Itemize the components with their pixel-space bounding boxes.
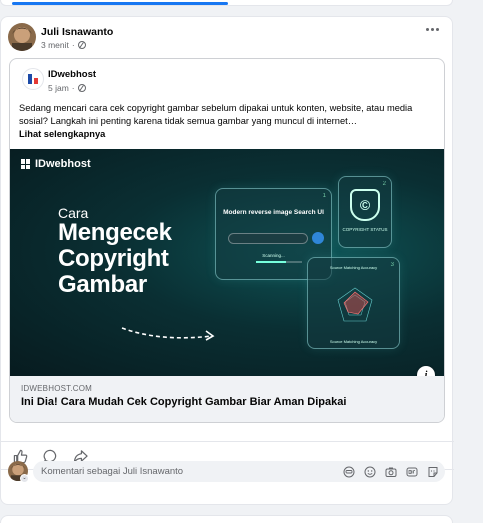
chevron-down-icon[interactable]: ⌄ [20, 474, 29, 483]
comment-composer [33, 461, 445, 482]
panel-search-field [228, 233, 308, 244]
panel-title: Modern reverse image Search UI [223, 209, 324, 216]
info-icon[interactable]: i [417, 366, 435, 376]
banner-title: Mengecek Copyright Gambar [58, 220, 172, 298]
shared-post-text: Sedang mencari cara cek copyright gambar… [19, 103, 413, 126]
link-domain: IDWEBHOST.COM [21, 384, 93, 393]
panel-footer: Source Matching Accuracy [329, 339, 378, 344]
gif-icon[interactable] [405, 465, 418, 478]
emoji-icon[interactable] [363, 465, 376, 478]
shared-author-name[interactable]: IDwebhost [48, 69, 96, 80]
avatar-sticker-icon[interactable] [342, 465, 355, 478]
panel-number: 2 [382, 181, 386, 187]
banner-title-line: Gambar [58, 271, 147, 298]
globe-icon [77, 84, 86, 92]
copyright-status-panel: 2 © COPYRIGHT STATUS [338, 176, 392, 248]
banner-brand-name: IDwebhost [35, 158, 91, 170]
panel-search-button [312, 232, 324, 244]
camera-icon[interactable] [384, 465, 397, 478]
post-time[interactable]: 3 menit [41, 40, 69, 50]
banner-title-line: Copyright [58, 245, 169, 272]
dashed-arrow-icon [121, 327, 215, 341]
meta-separator: · [71, 40, 75, 50]
next-post-card [0, 515, 453, 523]
shared-post-time[interactable]: 5 jam [48, 83, 69, 93]
panel-progress [256, 261, 302, 263]
feed-post: Juli Isnawanto 3 menit · IDwebhost 5 jam… [0, 16, 454, 505]
globe-icon [77, 41, 86, 49]
panel-title: Source Matching Accuracy [329, 265, 378, 270]
shared-post-meta: 5 jam · [48, 83, 86, 93]
idwebhost-logo[interactable] [22, 68, 44, 90]
previous-post-card [0, 0, 453, 6]
accuracy-panel: 3 Source Matching Accuracy Source Matchi… [307, 257, 400, 349]
comment-input[interactable] [33, 461, 323, 482]
copyright-symbol: © [359, 197, 371, 213]
author-avatar[interactable] [8, 23, 36, 51]
radar-chart-icon [337, 287, 373, 322]
composer-icons [342, 465, 439, 478]
link-preview-info[interactable]: IDWEBHOST.COM Ini Dia! Cara Mudah Cek Co… [10, 376, 444, 422]
post-meta: 3 menit · [41, 40, 86, 50]
link-title[interactable]: Ini Dia! Cara Mudah Cek Copyright Gambar… [21, 396, 346, 408]
brand-logo-icon [21, 159, 31, 169]
copyright-shield-icon: © [350, 189, 380, 221]
more-dots-icon[interactable] [426, 28, 439, 31]
divider [1, 441, 454, 442]
panel-label: COPYRIGHT STATUS [342, 227, 388, 232]
shared-post: IDwebhost 5 jam · Sedang mencari cara ce… [9, 58, 445, 423]
banner-title-line: Mengecek [58, 219, 172, 246]
panel-number: 1 [322, 193, 326, 199]
shared-meta-separator: · [71, 83, 75, 93]
active-tab-indicator [12, 2, 228, 5]
post-author-name[interactable]: Juli Isnawanto [41, 26, 113, 38]
see-more-link[interactable]: Lihat selengkapnya [19, 129, 105, 139]
link-preview-image[interactable]: IDwebhost Cara Mengecek Copyright Gambar… [10, 149, 444, 376]
sticker-icon[interactable] [426, 465, 439, 478]
banner-brand: IDwebhost [21, 158, 91, 170]
